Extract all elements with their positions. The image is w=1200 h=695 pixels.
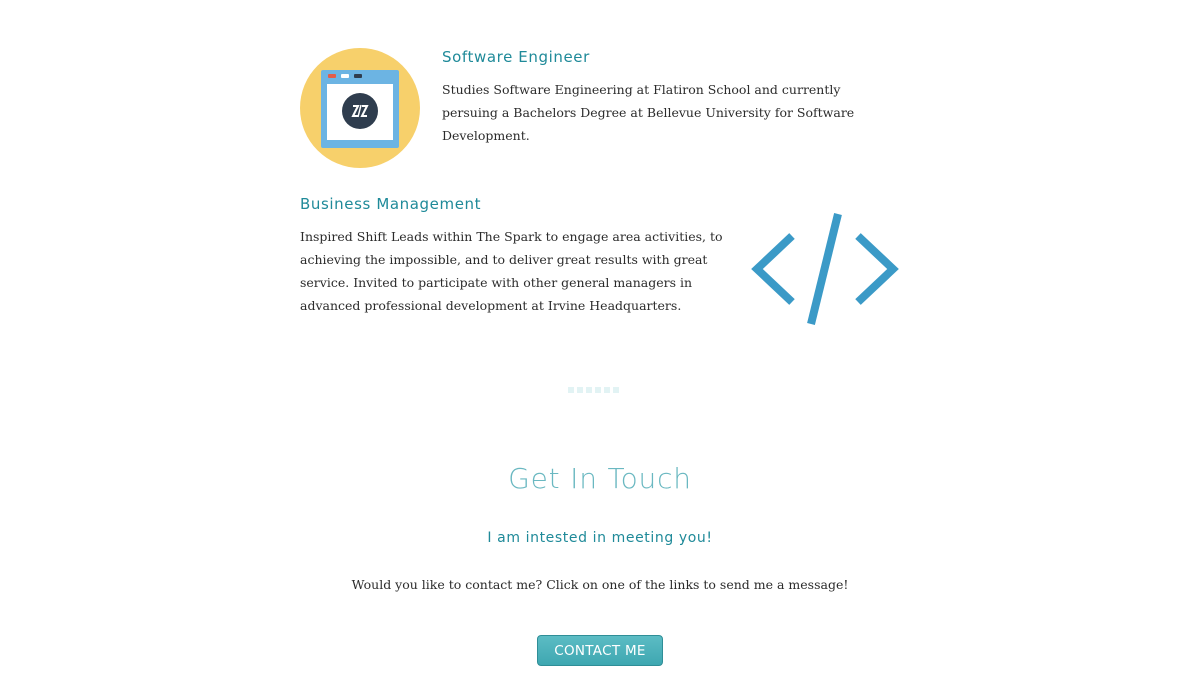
get-in-touch-text: Would you like to contact me? Click on o… (351, 577, 849, 592)
get-in-touch-heading: Get In Touch (508, 462, 692, 495)
window-dot-dark (354, 74, 362, 78)
software-engineer-title: Software Engineer (442, 48, 590, 66)
business-management-title: Business Management (300, 195, 482, 213)
divider-dot (586, 387, 592, 393)
code-brackets-icon (750, 211, 902, 329)
window-dot-red (328, 74, 336, 78)
section-divider (568, 387, 632, 393)
browser-window-frame (321, 70, 399, 148)
divider-dot (577, 387, 583, 393)
window-dot-white (341, 74, 349, 78)
get-in-touch-subtitle: I am intested in meeting you! (487, 530, 713, 546)
divider-dot (604, 387, 610, 393)
contact-me-button[interactable]: CONTACT ME (537, 635, 663, 666)
software-engineer-text: Studies Software Engineering at Flatiron… (442, 82, 855, 143)
code-logo-icon (342, 93, 378, 129)
divider-dot (568, 387, 574, 393)
business-management-section: Business Management Inspired Shift Leads… (300, 193, 910, 343)
browser-window-icon (300, 48, 420, 168)
divider-dot (613, 387, 619, 393)
divider-dot (595, 387, 601, 393)
browser-window-body (327, 84, 393, 140)
browser-window-bar (321, 70, 399, 82)
software-engineer-section: Software Engineer Studies Software Engin… (300, 46, 900, 176)
business-management-text: Inspired Shift Leads within The Spark to… (300, 229, 723, 313)
